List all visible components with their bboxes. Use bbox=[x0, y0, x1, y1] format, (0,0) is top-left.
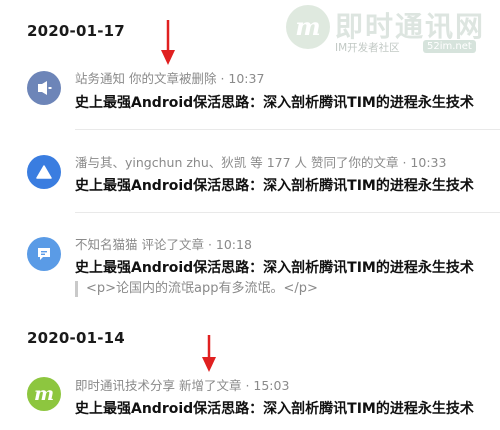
upvote-avatar bbox=[27, 155, 61, 189]
article-title-link[interactable]: 史上最强Android保活思路：深入剖析腾讯TIM的进程永生技术 bbox=[75, 398, 474, 418]
m-logo-icon: m bbox=[34, 383, 54, 405]
watermark-sub-text: IM开发者社区 bbox=[335, 42, 400, 54]
annotation-arrow-down-icon bbox=[161, 20, 175, 65]
annotation-arrow-down-icon bbox=[202, 335, 216, 372]
svg-text:m: m bbox=[34, 383, 54, 405]
svg-text:m: m bbox=[295, 12, 320, 41]
comment-icon bbox=[38, 248, 50, 260]
notification-meta: 站务通知 你的文章被删除 · 10:37 bbox=[75, 71, 265, 86]
upvote-triangle-icon bbox=[36, 165, 52, 179]
speaker-icon bbox=[38, 81, 52, 95]
article-title-link[interactable]: 史上最强Android保活思路：深入剖析腾讯TIM的进程永生技术 bbox=[75, 175, 474, 195]
date-header: 2020-01-17 bbox=[27, 22, 125, 40]
comment-meta: 不知名猫猫 评论了文章 · 10:18 bbox=[75, 237, 252, 252]
comment-avatar bbox=[27, 237, 61, 271]
watermark-url: 52im.net bbox=[423, 40, 476, 53]
author-avatar: m bbox=[27, 377, 61, 411]
notification-avatar bbox=[27, 71, 61, 105]
divider bbox=[75, 129, 500, 130]
upvote-meta: 潘与其、yingchun zhu、狄凯 等 177 人 赞同了你的文章 · 10… bbox=[75, 155, 447, 170]
article-title-link[interactable]: 史上最强Android保活思路：深入剖析腾讯TIM的进程永生技术 bbox=[75, 257, 474, 277]
comment-quote: <p>论国内的流氓app有多流氓。</p> bbox=[75, 281, 318, 297]
divider bbox=[75, 212, 500, 213]
watermark-main-text: 即时通讯网 bbox=[335, 10, 486, 43]
watermark-logo: m 即时通讯网 IM开发者社区 52im.net bbox=[283, 2, 498, 56]
watermark-m-icon: m bbox=[286, 5, 330, 49]
date-header: 2020-01-14 bbox=[27, 329, 125, 347]
article-title-link[interactable]: 史上最强Android保活思路：深入剖析腾讯TIM的进程永生技术 bbox=[75, 92, 474, 112]
new-article-meta: 即时通讯技术分享 新增了文章 · 15:03 bbox=[75, 378, 290, 393]
